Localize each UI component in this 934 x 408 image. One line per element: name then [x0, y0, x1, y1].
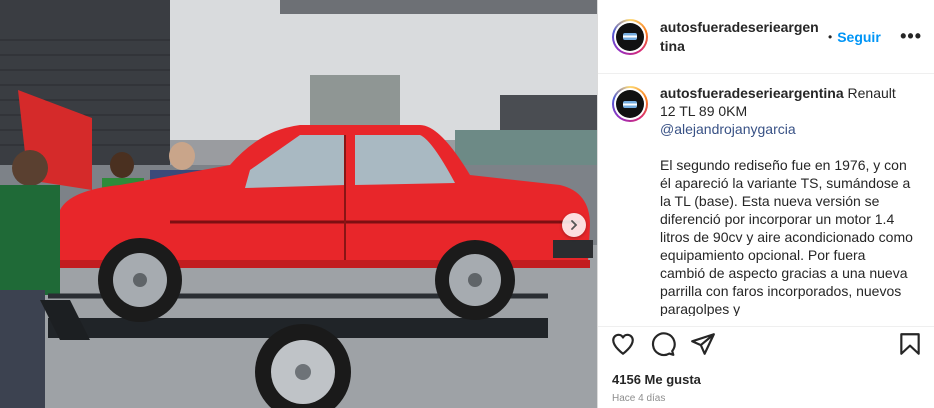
argentina-flag-icon	[623, 33, 637, 40]
comment-icon[interactable]	[650, 331, 676, 357]
post-image[interactable]	[0, 0, 597, 408]
bookmark-icon[interactable]	[897, 331, 923, 357]
likes-count[interactable]: 4156 Me gusta	[612, 372, 701, 387]
chevron-right-icon	[571, 220, 578, 230]
instagram-post: autosfueradeserieargentina • Seguir ••• …	[0, 0, 934, 408]
caption-text: El segundo rediseño fue en 1976, y con é…	[660, 157, 913, 316]
author-avatar[interactable]	[612, 18, 648, 55]
argentina-flag-icon	[623, 100, 637, 108]
caption-mention[interactable]: @alejandrojanygarcia	[660, 120, 914, 138]
caption-avatar[interactable]	[612, 86, 648, 122]
post-header: autosfueradeserieargentina • Seguir •••	[598, 0, 934, 74]
caption-area: autosfueradeserieargentina Renault 12 TL…	[612, 84, 924, 316]
more-icon[interactable]: •••	[900, 26, 922, 47]
car-photo	[0, 0, 597, 408]
caption-body: autosfueradeserieargentina Renault 12 TL…	[660, 84, 914, 316]
separator-dot: •	[828, 29, 833, 44]
post-timestamp[interactable]: Hace 4 días	[612, 393, 665, 404]
next-slide-button[interactable]	[562, 213, 586, 237]
author-username[interactable]: autosfueradeserieargentina	[660, 18, 820, 56]
follow-button[interactable]: Seguir	[837, 29, 881, 45]
send-icon[interactable]	[690, 331, 716, 357]
action-bar	[598, 326, 934, 360]
heart-icon[interactable]	[610, 331, 636, 357]
post-sidebar: autosfueradeserieargentina • Seguir ••• …	[597, 0, 934, 408]
caption-username[interactable]: autosfueradeserieargentina	[660, 85, 844, 101]
